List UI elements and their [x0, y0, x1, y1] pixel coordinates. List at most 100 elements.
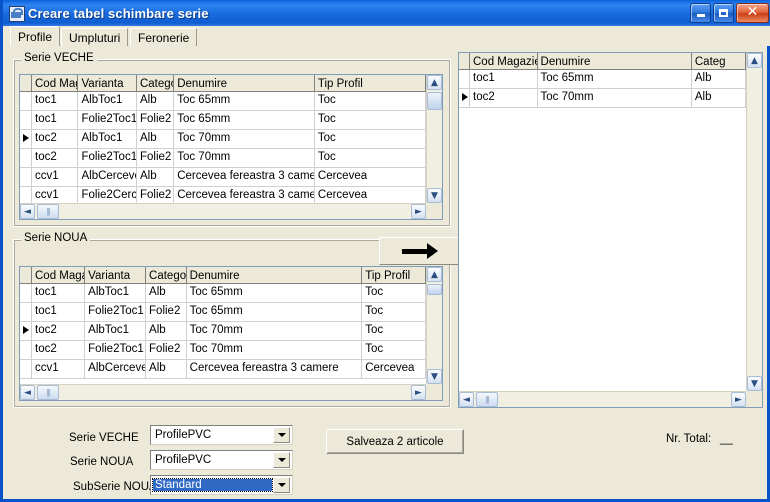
grip-icon: |||: [46, 388, 50, 397]
scroll-down-icon[interactable]: ▼: [747, 376, 762, 391]
column-header-denumire[interactable]: Denumire: [186, 267, 363, 283]
window-controls: ✕: [690, 3, 769, 23]
serie-veche-hscrollbar[interactable]: ◄ ||| ►: [20, 203, 426, 219]
table-row[interactable]: toc1 AlbToc1 Alb Toc 65mm Toc: [20, 284, 426, 303]
table-row[interactable]: ccv1 Folie2Cercev Folie2 Cercevea fereas…: [20, 187, 426, 203]
column-header-varianta[interactable]: Varianta: [85, 267, 147, 283]
table-row-selected[interactable]: toc2 AlbToc1 Alb Toc 70mm Toc: [20, 130, 426, 149]
serie-veche-combo[interactable]: ProfilePVC: [150, 425, 293, 445]
magazie-hscrollbar[interactable]: ◄ ||| ►: [459, 391, 746, 407]
save-button[interactable]: Salveaza 2 articole: [326, 429, 464, 454]
magazie-vscrollbar[interactable]: ▲ ▼: [746, 53, 762, 391]
cell-categorie: Alb: [146, 322, 187, 340]
magazie-grid[interactable]: Cod Magazie Denumire Categ toc1 Toc 65mm…: [458, 52, 763, 408]
scroll-left-icon[interactable]: ◄: [20, 385, 35, 400]
scroll-right-icon[interactable]: ►: [411, 204, 426, 219]
scroll-right-icon[interactable]: ►: [731, 392, 746, 407]
column-header-categorie[interactable]: Categ: [691, 53, 746, 69]
row-selector-active[interactable]: [459, 89, 470, 107]
hscroll-thumb[interactable]: |||: [37, 385, 59, 400]
table-row-selected[interactable]: toc2 AlbToc1 Alb Toc 70mm Toc: [20, 322, 426, 341]
row-selector[interactable]: [20, 92, 32, 110]
cell-categorie: Alb: [136, 130, 175, 148]
scroll-down-icon[interactable]: ▼: [427, 369, 442, 384]
row-selector[interactable]: [20, 149, 32, 167]
hscroll-thumb[interactable]: |||: [476, 392, 498, 407]
cell-varianta: AlbCercevea: [78, 168, 137, 186]
scroll-left-icon[interactable]: ◄: [20, 204, 35, 219]
vscroll-thumb[interactable]: [427, 284, 442, 295]
column-header-denumire[interactable]: Denumire: [174, 75, 315, 91]
row-selector[interactable]: [20, 187, 32, 203]
row-selector[interactable]: [20, 284, 32, 302]
cell-tip-profil: Cercevea: [314, 187, 426, 203]
minimize-button[interactable]: [690, 3, 711, 23]
column-header-cod-magazie[interactable]: Cod Maga: [32, 267, 86, 283]
tab-umpluturi[interactable]: Umpluturi: [61, 28, 129, 46]
serie-noua-header: Cod Maga Varianta Categorie Denumire Tip…: [20, 267, 426, 284]
row-selector-active[interactable]: [20, 322, 32, 340]
table-row[interactable]: toc2 Folie2Toc1 Folie2 Toc 70mm Toc: [20, 341, 426, 360]
subserie-noua-combo[interactable]: Standard: [150, 475, 293, 495]
hscroll-thumb[interactable]: |||: [37, 204, 59, 219]
scroll-down-icon[interactable]: ▼: [427, 188, 442, 203]
tab-profile[interactable]: Profile: [10, 26, 61, 46]
chevron-down-icon[interactable]: [273, 452, 290, 468]
serie-noua-vscrollbar[interactable]: ▲ ▼: [426, 267, 442, 384]
scroll-up-icon[interactable]: ▲: [747, 53, 762, 68]
column-header-categorie[interactable]: Categorie: [146, 267, 187, 283]
serie-noua-hscrollbar[interactable]: ◄ ||| ►: [20, 384, 426, 400]
column-header-cod-magazie[interactable]: Cod Magazie: [470, 53, 538, 69]
window-title: Creare tabel schimbare serie: [28, 5, 209, 21]
close-icon: ✕: [746, 4, 759, 20]
vscroll-thumb[interactable]: [427, 92, 442, 110]
row-selector-active[interactable]: [20, 130, 32, 148]
total-value: __: [720, 433, 733, 445]
grip-icon: |||: [46, 207, 50, 216]
table-row-selected[interactable]: toc2 Toc 70mm Alb: [459, 89, 746, 108]
cell-cod-magazie: ccv1: [32, 360, 86, 378]
table-row[interactable]: toc1 Toc 65mm Alb: [459, 70, 746, 89]
table-row[interactable]: toc2 Folie2Toc1 Folie2 Toc 70mm Toc: [20, 149, 426, 168]
cell-denumire: Toc 65mm: [174, 92, 315, 110]
column-header-tip-profil[interactable]: Tip Profil: [314, 75, 426, 91]
grip-icon: |||: [485, 395, 489, 404]
column-header-categorie[interactable]: Categor: [136, 75, 175, 91]
serie-veche-grid[interactable]: Cod Mag Varianta Categor Denumire Tip Pr…: [19, 74, 443, 220]
row-selector[interactable]: [459, 70, 470, 88]
row-selector[interactable]: [20, 341, 32, 359]
table-row[interactable]: toc1 Folie2Toc1 Folie2 Toc 65mm Toc: [20, 111, 426, 130]
table-row[interactable]: toc1 AlbToc1 Alb Toc 65mm Toc: [20, 92, 426, 111]
serie-veche-vscrollbar[interactable]: ▲ ▼: [426, 75, 442, 203]
column-header-cod-mag[interactable]: Cod Mag: [32, 75, 79, 91]
serie-noua-combo[interactable]: ProfilePVC: [150, 450, 293, 470]
chevron-down-icon[interactable]: [273, 427, 290, 443]
scroll-up-icon[interactable]: ▲: [427, 75, 442, 90]
row-selector[interactable]: [20, 168, 32, 186]
label-serie-noua: Serie NOUA: [70, 456, 134, 468]
table-row[interactable]: toc1 Folie2Toc1 Folie2 Toc 65mm Toc: [20, 303, 426, 322]
table-row[interactable]: ccv1 AlbCercevea Alb Cercevea fereastra …: [20, 168, 426, 187]
column-header-varianta[interactable]: Varianta: [78, 75, 137, 91]
cell-cod-mag: ccv1: [32, 187, 79, 203]
close-button[interactable]: ✕: [736, 3, 769, 23]
cell-cod-magazie: toc1: [32, 284, 86, 302]
tab-feronerie[interactable]: Feronerie: [130, 28, 198, 46]
row-selector[interactable]: [20, 360, 32, 378]
transfer-right-button[interactable]: [379, 237, 461, 265]
column-header-tip-profil[interactable]: Tip Profil: [362, 267, 426, 283]
row-selector[interactable]: [20, 303, 32, 321]
column-header-denumire[interactable]: Denumire: [537, 53, 692, 69]
table-row[interactable]: ccv1 AlbCerceve Alb Cercevea fereastra 3…: [20, 360, 426, 379]
serie-noua-combo-value: ProfilePVC: [155, 454, 212, 466]
cell-cod-magazie: toc2: [32, 341, 86, 359]
maximize-button[interactable]: [713, 3, 734, 23]
cell-varianta: AlbToc1: [78, 130, 137, 148]
scroll-left-icon[interactable]: ◄: [459, 392, 474, 407]
row-selector[interactable]: [20, 111, 32, 129]
scroll-up-icon[interactable]: ▲: [427, 267, 442, 282]
chevron-down-icon[interactable]: [273, 477, 290, 493]
serie-noua-grid[interactable]: Cod Maga Varianta Categorie Denumire Tip…: [19, 266, 443, 401]
cell-denumire: Toc 70mm: [174, 130, 315, 148]
scroll-right-icon[interactable]: ►: [411, 385, 426, 400]
